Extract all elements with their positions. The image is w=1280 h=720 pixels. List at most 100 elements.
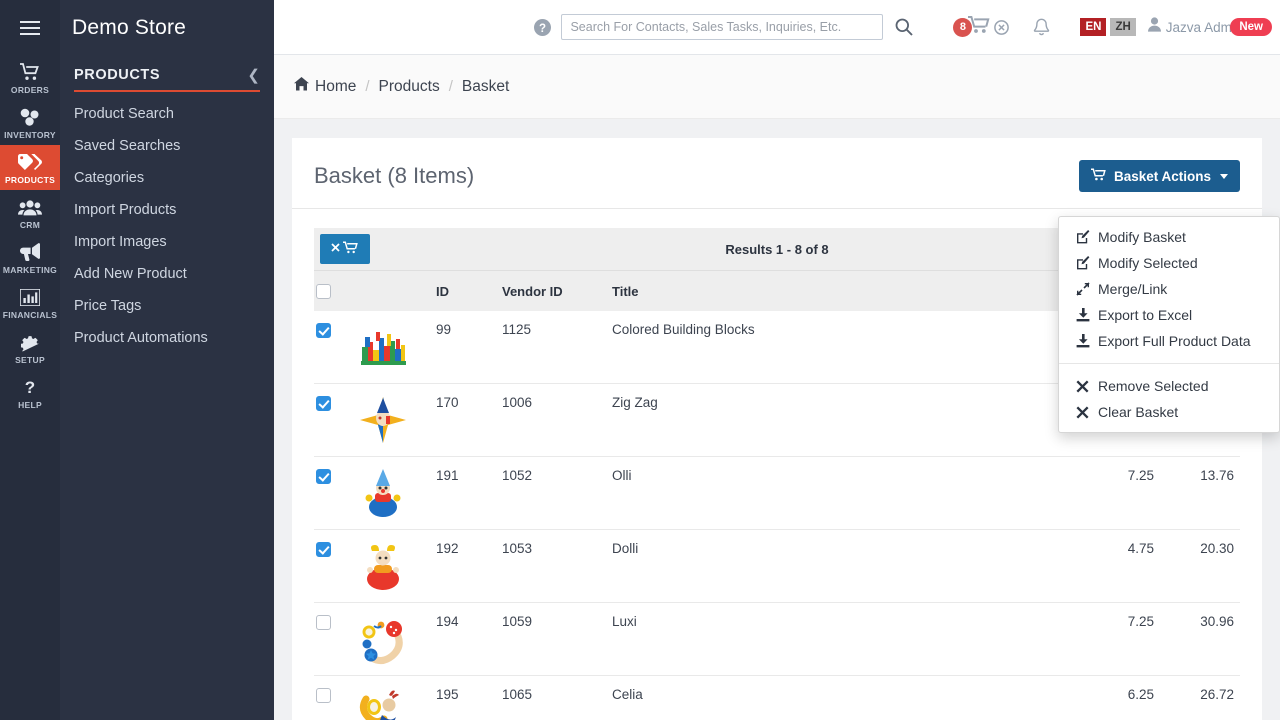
select-all-checkbox[interactable] [316,284,331,299]
sidebar-item-import-products[interactable]: Import Products [60,194,274,226]
sidebar-item-saved-searches[interactable]: Saved Searches [60,130,274,162]
breadcrumb-item-home[interactable]: Home [294,77,356,96]
basket-actions-button[interactable]: Basket Actions [1079,160,1240,192]
row-title[interactable]: Luxi [612,603,1044,676]
row-vendor-id: 1125 [502,311,612,384]
rail-item-label: CRM [20,220,40,230]
clear-basket-button[interactable] [320,234,370,264]
dropdown-item-label: Modify Basket [1098,229,1186,245]
search-input[interactable] [561,14,883,40]
dropdown-item-modify-basket[interactable]: Modify Basket [1059,224,1279,250]
sidebar-item-categories[interactable]: Categories [60,162,274,194]
rail-item-financials[interactable]: FINANCIALS [0,280,60,325]
bell-icon[interactable] [1033,18,1050,37]
dropdown-item-remove-selected[interactable]: Remove Selected [1059,373,1279,399]
help-circle-icon[interactable]: ? [534,19,551,36]
dropdown-item-label: Modify Selected [1098,255,1198,271]
dropdown-item-modify-selected[interactable]: Modify Selected [1059,250,1279,276]
table-row[interactable]: 195 1065 Celia 6.25 26.72 [314,676,1240,720]
rail-item-products[interactable]: PRODUCTS [0,145,60,190]
sidebar-item-import-images[interactable]: Import Images [60,226,274,258]
circle-x-icon[interactable] [994,20,1009,35]
users-icon [18,196,42,218]
id-header[interactable]: ID [436,271,502,312]
rail-item-crm[interactable]: CRM [0,190,60,235]
sidebar-item-product-search[interactable]: Product Search [60,98,274,130]
dropdown-item-clear-basket[interactable]: Clear Basket [1059,399,1279,425]
row-select-cell [314,311,356,384]
row-total: 26.72 [1154,676,1240,720]
svg-text:?: ? [25,378,35,396]
row-thumbnail-cell [356,676,436,720]
sidebar-section-title: PRODUCTS [74,67,160,83]
row-price: 6.25 [1044,676,1154,720]
lang-zh-button[interactable]: ZH [1110,18,1135,36]
rail-item-setup[interactable]: SETUP [0,325,60,370]
row-checkbox[interactable] [316,396,331,411]
row-checkbox[interactable] [316,542,331,557]
row-title[interactable]: Colored Building Blocks [612,311,1044,384]
row-id: 195 [436,676,502,720]
table-row[interactable]: 192 1053 Dolli 4.75 20.30 [314,530,1240,603]
search-icon[interactable] [895,18,913,36]
row-checkbox[interactable] [316,469,331,484]
rail-item-label: FINANCIALS [3,310,57,320]
cart-icon[interactable] [968,15,992,39]
row-checkbox[interactable] [316,688,331,703]
dropdown-item-label: Merge/Link [1098,281,1167,297]
product-thumbnail-luxi-rattle [356,612,410,666]
table-row[interactable]: 191 1052 Olli 7.25 13.76 [314,457,1240,530]
rail-item-help[interactable]: ? HELP [0,370,60,415]
user-menu[interactable]: Jazva Admin [1148,17,1243,37]
dropdown-item-label: Export Full Product Data [1098,333,1251,349]
row-title[interactable]: Zig Zag [612,384,1044,457]
dropdown-item-export-to-excel[interactable]: Export to Excel [1059,302,1279,328]
row-thumbnail-cell [356,603,436,676]
breadcrumb-separator: / [365,78,369,95]
tag-icon [18,151,42,173]
rail-item-label: SETUP [15,355,45,365]
select-all-header [314,271,356,312]
hamburger-icon[interactable] [0,0,60,55]
row-id: 191 [436,457,502,530]
breadcrumb-item-basket: Basket [462,78,509,96]
row-title[interactable]: Dolli [612,530,1044,603]
row-title[interactable]: Celia [612,676,1044,720]
sidebar-item-price-tags[interactable]: Price Tags [60,290,274,322]
breadcrumb-home-label: Home [315,78,356,96]
lang-en-button[interactable]: EN [1080,18,1106,36]
x-icon [1075,380,1090,393]
row-vendor-id: 1006 [502,384,612,457]
row-thumbnail-cell [356,530,436,603]
rail-item-orders[interactable]: ORDERS [0,55,60,100]
rail-item-marketing[interactable]: MARKETING [0,235,60,280]
basket-card: Basket (8 Items) Basket Actions [292,138,1262,720]
breadcrumb-item-products[interactable]: Products [379,78,440,96]
row-title[interactable]: Olli [612,457,1044,530]
row-checkbox[interactable] [316,615,331,630]
vendor-id-header[interactable]: Vendor ID [502,271,612,312]
rail-item-label: PRODUCTS [5,175,55,185]
caret-down-icon [1220,174,1228,179]
rail-item-inventory[interactable]: INVENTORY [0,100,60,145]
row-select-cell [314,603,356,676]
table-row[interactable]: 194 1059 Luxi 7.25 30.96 [314,603,1240,676]
product-thumbnail-zig-zag-spinner [356,393,410,447]
sidebar-menu: Product Search Saved Searches Categories… [60,98,274,354]
row-checkbox[interactable] [316,323,331,338]
row-thumbnail-cell [356,457,436,530]
sidebar-item-add-new-product[interactable]: Add New Product [60,258,274,290]
dropdown-item-export-full-product-data[interactable]: Export Full Product Data [1059,328,1279,354]
row-total: 13.76 [1154,457,1240,530]
row-id: 194 [436,603,502,676]
header-cart[interactable]: 8 [953,15,1009,39]
rail-item-label: HELP [18,400,42,410]
chevron-left-icon[interactable]: ❮ [247,68,260,83]
sidebar-item-product-automations[interactable]: Product Automations [60,322,274,354]
breadcrumb-separator: / [449,78,453,95]
product-thumbnail-dolli-roly-poly [356,539,410,593]
cart-badge-count: 8 [953,18,972,37]
dropdown-item-merge-link[interactable]: Merge/Link [1059,276,1279,302]
product-thumbnail-olli-roly-poly [356,466,410,520]
title-header[interactable]: Title [612,271,1044,312]
